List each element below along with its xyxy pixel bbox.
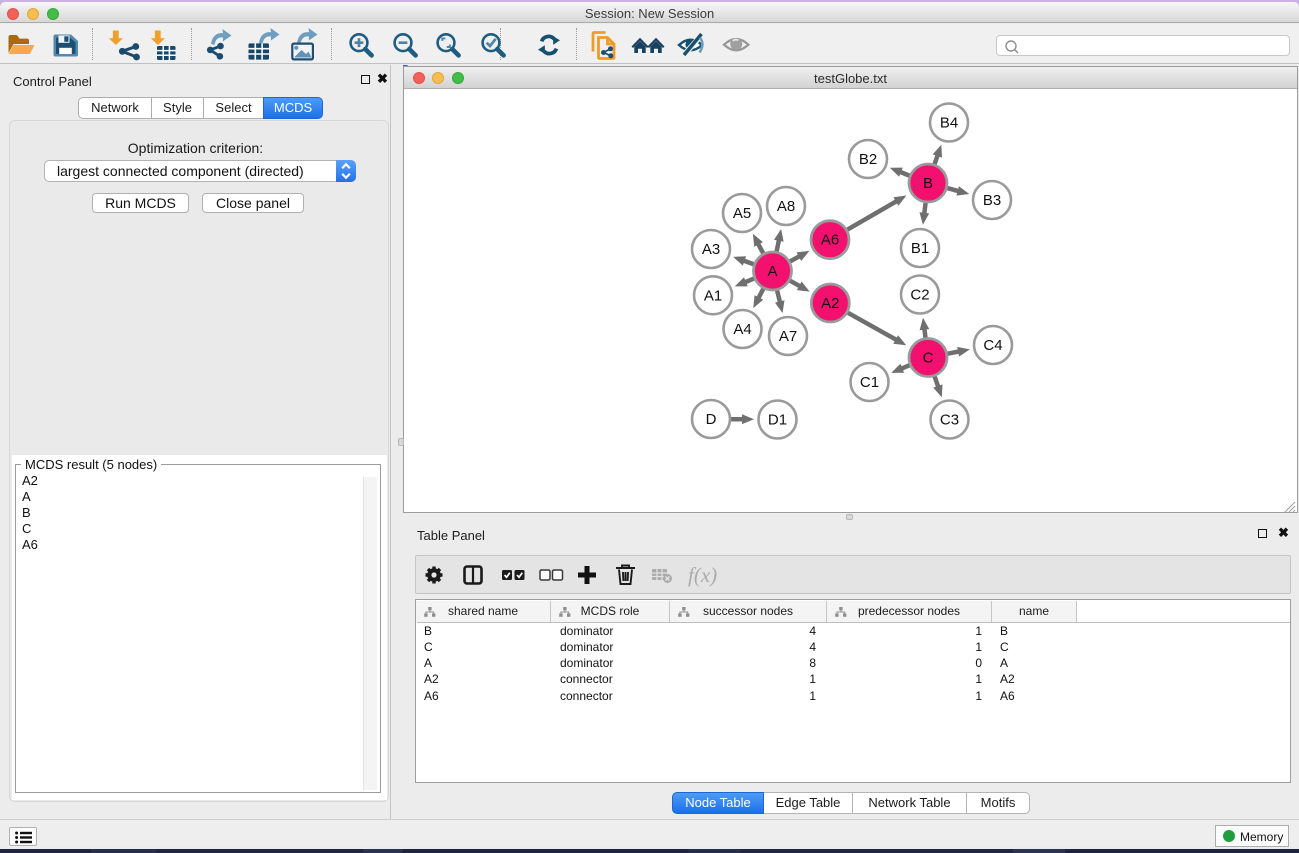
svg-text:B3: B3 <box>983 192 1001 209</box>
svg-text:B: B <box>923 175 933 192</box>
svg-text:C4: C4 <box>983 337 1002 354</box>
svg-text:C: C <box>923 350 934 367</box>
svg-text:B1: B1 <box>911 240 929 257</box>
svg-text:B4: B4 <box>940 115 958 132</box>
svg-text:D1: D1 <box>768 412 787 429</box>
svg-text:C1: C1 <box>860 374 879 391</box>
svg-text:A6: A6 <box>821 232 839 249</box>
svg-text:A1: A1 <box>704 287 722 304</box>
svg-text:B2: B2 <box>859 151 877 168</box>
svg-text:A8: A8 <box>777 198 795 215</box>
svg-text:A4: A4 <box>733 321 751 338</box>
svg-text:A3: A3 <box>702 241 720 258</box>
svg-text:f(x): f(x) <box>688 563 717 587</box>
svg-text:A5: A5 <box>733 205 751 222</box>
svg-text:A: A <box>767 263 777 280</box>
svg-text:C2: C2 <box>910 287 929 304</box>
svg-text:A2: A2 <box>821 295 839 312</box>
svg-text:C3: C3 <box>940 412 959 429</box>
svg-text:D: D <box>706 411 717 428</box>
svg-text:A7: A7 <box>779 328 797 345</box>
